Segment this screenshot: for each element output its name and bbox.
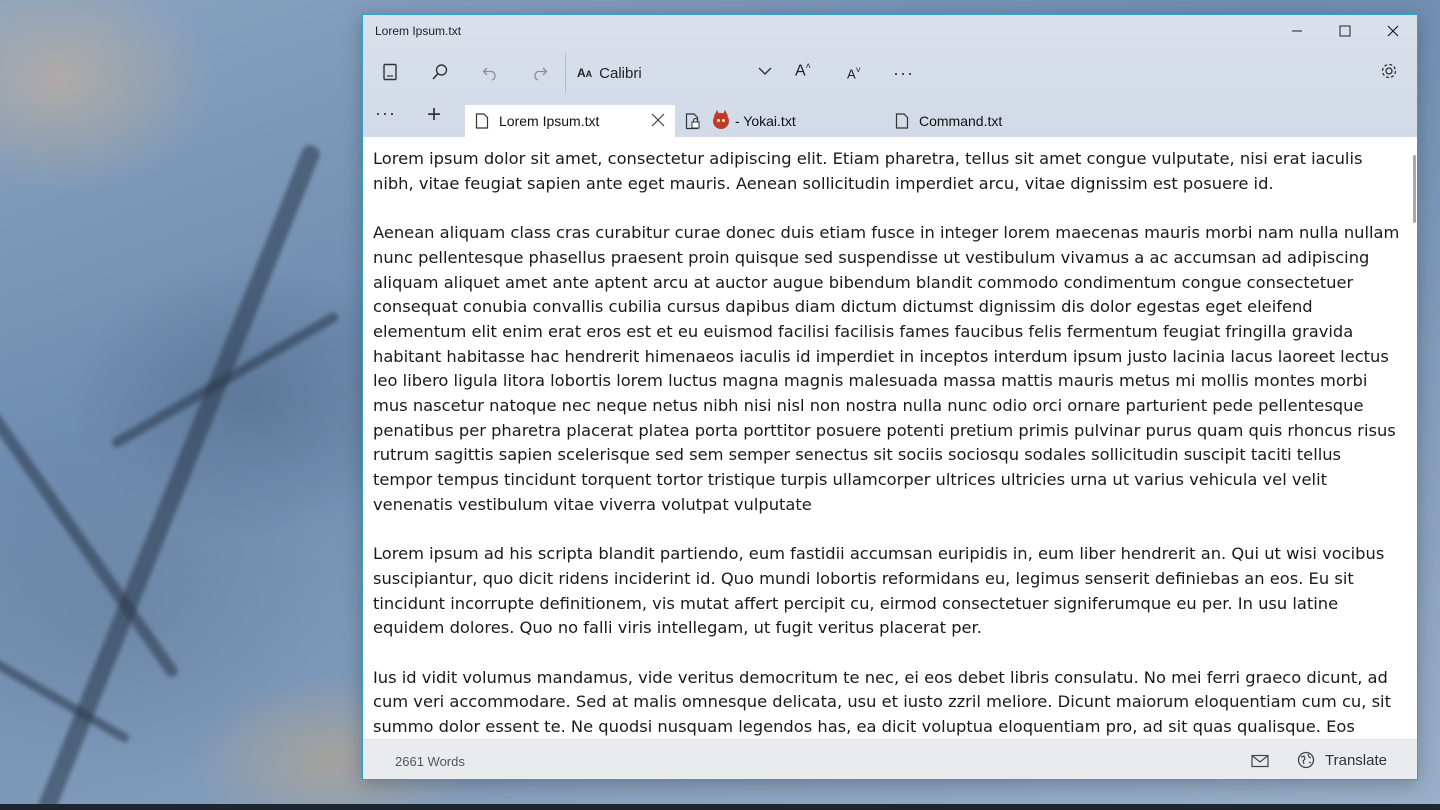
more-options-button[interactable]: ··· [893,63,914,84]
add-tab-button[interactable]: + [427,101,441,129]
redo-icon [534,67,548,81]
document-icon [895,113,909,129]
tab-label: - Yokai.txt [735,113,796,129]
word-count: 2661 Words [395,754,465,769]
minimize-button[interactable] [1273,15,1321,47]
document-icon [383,63,397,81]
paragraph: Aenean aliquam class cras curabitur cura… [373,223,1400,514]
scrollbar-thumb[interactable] [1413,155,1416,223]
paragraph: Ius id vidit volumus mandamus, vide veri… [373,667,1391,737]
paragraph: Lorem ipsum ad his scripta blandit parti… [373,544,1385,638]
taskbar [0,804,1440,810]
close-tab-button[interactable] [651,113,665,130]
share-email-button[interactable] [1251,754,1269,773]
toolbar-separator [565,53,566,93]
tab-label: Command.txt [919,113,1003,129]
locked-document-icon [685,112,701,130]
search-button[interactable] [425,57,455,87]
tab-label: Lorem Ipsum.txt [499,113,600,129]
font-name: Calibri [599,64,642,82]
tab-list-button[interactable]: ··· [375,103,396,124]
redo-button[interactable] [525,57,555,87]
editor-content[interactable]: Lorem ipsum dolor sit amet, consectetur … [373,147,1405,739]
translate-label: Translate [1325,751,1387,769]
font-picker[interactable]: AA Calibri [577,61,773,85]
increase-font-size-button[interactable]: A˄ [795,61,811,80]
paragraph: Lorem ipsum dolor sit amet, consectetur … [373,149,1363,193]
status-bar: 2661 Words Translate [363,739,1417,779]
maximize-button[interactable] [1321,15,1369,47]
close-button[interactable] [1369,15,1417,47]
devil-emoji-icon [713,110,729,129]
new-document-button[interactable] [375,57,405,87]
translate-button[interactable]: Translate [1297,751,1387,769]
undo-button[interactable] [475,57,505,87]
window-chrome: Lorem Ipsum.txt AA Calibri A˄ A˅ ··· ···… [363,15,1417,137]
document-icon [475,113,489,129]
tab-bar: ··· + Lorem Ipsum.txt - Yokai.txt Comman… [363,101,1417,137]
undo-icon [482,67,496,81]
font-icon: AA [577,66,593,80]
close-icon [651,113,665,127]
globe-icon [1297,751,1315,769]
decrease-font-size-button[interactable]: A˅ [847,65,861,81]
caret-down-icon: ˅ [855,65,861,75]
chevron-down-icon [758,67,772,75]
text-editor[interactable]: Lorem ipsum dolor sit amet, consectetur … [363,137,1417,739]
minimize-icon [1292,30,1302,32]
maximize-icon [1339,25,1351,37]
caret-up-icon: ˄ [805,61,811,71]
tab-command[interactable]: Command.txt [895,105,1095,137]
mail-icon [1251,754,1269,768]
title-bar[interactable]: Lorem Ipsum.txt [363,15,1417,49]
notepad-window: Lorem Ipsum.txt AA Calibri A˄ A˅ ··· ···… [362,14,1418,780]
tab-yokai[interactable]: - Yokai.txt [685,105,885,137]
close-icon [1387,25,1399,37]
settings-button[interactable] [1379,61,1399,86]
tab-lorem-ipsum[interactable]: Lorem Ipsum.txt [465,105,675,137]
window-title: Lorem Ipsum.txt [375,24,462,38]
toolbar: AA Calibri A˄ A˅ ··· [363,49,1417,95]
gear-icon [1381,63,1397,79]
search-icon [432,64,448,80]
